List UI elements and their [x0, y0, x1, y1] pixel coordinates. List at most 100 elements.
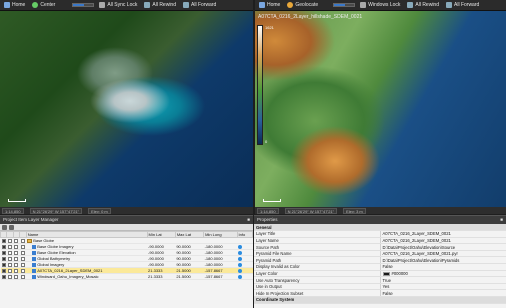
property-row[interactable]: Use in Output Yes	[254, 283, 506, 291]
property-row[interactable]: Pyramid File Name A07CTA_0216_2Layer_SDEM…	[254, 250, 506, 258]
output-checkbox[interactable]	[20, 268, 25, 273]
property-value[interactable]: False	[380, 289, 506, 298]
lock-checkbox[interactable]	[7, 274, 12, 279]
home-button[interactable]: Home	[257, 1, 282, 10]
property-group-general[interactable]: General	[254, 224, 506, 232]
select-checkbox[interactable]	[14, 268, 19, 273]
property-value[interactable]: True	[380, 276, 506, 284]
info-icon[interactable]	[238, 256, 243, 261]
property-row[interactable]: Layer Title A07CTA_0216_2Layer_SDEM_0021	[254, 230, 506, 238]
output-checkbox[interactable]	[20, 274, 25, 279]
home-button[interactable]: Home	[2, 1, 27, 10]
property-key: Use in Output	[254, 283, 381, 291]
lock-checkbox[interactable]	[7, 244, 12, 249]
property-value[interactable]: D:\Data\Project\Oahu\Elevation\Source	[380, 243, 506, 251]
forward-icon	[183, 2, 189, 8]
property-row[interactable]: Layer Color #000000	[254, 270, 506, 278]
info-icon[interactable]	[238, 244, 243, 249]
all-forward-button[interactable]: All Forward	[181, 1, 218, 10]
select-checkbox[interactable]	[14, 250, 19, 255]
panel-title-bar: Project Item Layer Manager ■	[0, 216, 253, 224]
add-folder-icon[interactable]	[2, 224, 7, 230]
layer-icon	[32, 244, 37, 249]
hillshade-map-view[interactable]: A07CTA_0216_2Layer_hillshade_SDEM_0021 1…	[255, 11, 506, 207]
lock-checkbox[interactable]	[7, 262, 12, 267]
select-checkbox[interactable]	[14, 256, 19, 261]
property-row[interactable]: Pyramid Path D:\Data\Project\Oahu\Elevati…	[254, 256, 506, 265]
property-row[interactable]: Source Path D:\Data\Project\Oahu\Elevatio…	[254, 243, 506, 251]
property-value[interactable]: A07CTA_0216_2Layer_SDEM_0021	[380, 230, 506, 238]
lock-checkbox[interactable]	[7, 256, 12, 261]
layer-icon	[32, 274, 37, 279]
pin-icon[interactable]: ■	[500, 216, 503, 224]
center-button[interactable]: Center	[30, 1, 57, 10]
windows-lock-button[interactable]: Windows Lock	[358, 1, 402, 10]
layer-icon	[32, 268, 37, 273]
output-checkbox[interactable]	[20, 250, 25, 255]
lock-checkbox[interactable]	[7, 238, 12, 243]
color-swatch[interactable]	[382, 271, 390, 276]
imagery-map-view[interactable]	[0, 11, 253, 207]
layer-manager-panel: Project Item Layer Manager ■ Name Min La…	[0, 215, 254, 308]
lock-checkbox[interactable]	[7, 250, 12, 255]
select-checkbox[interactable]	[14, 274, 19, 279]
output-checkbox[interactable]	[20, 262, 25, 267]
rewind-icon	[144, 2, 151, 8]
lock-checkbox[interactable]	[7, 268, 12, 273]
visibility-checkbox[interactable]	[1, 244, 6, 249]
all-rewind-button[interactable]: All Rewind	[405, 1, 441, 10]
layer-name[interactable]: Windward_Oahu_Imagery_Mosaic	[26, 273, 148, 280]
left-status-bar: 1:14,850 N 21°26'29" W 157°47'21" Elev: …	[0, 207, 253, 214]
output-checkbox[interactable]	[20, 238, 25, 243]
property-group-coordinates[interactable]: Coordinate System	[254, 296, 506, 304]
layer-max-lat: 21.5000	[175, 273, 204, 280]
info-icon[interactable]	[238, 262, 243, 267]
sync-lock-button[interactable]: All Sync Lock	[97, 1, 139, 10]
zoom-slider[interactable]	[72, 3, 95, 7]
geolocate-button[interactable]: Geolocate	[285, 1, 320, 10]
visibility-checkbox[interactable]	[1, 274, 6, 279]
property-value[interactable]: D:\Data\Project\Oahu\Elevation\Pyramids	[380, 256, 506, 265]
scale-bar	[263, 199, 281, 202]
layer-min-long: -157.8667	[203, 273, 238, 280]
select-checkbox[interactable]	[14, 244, 19, 249]
visibility-checkbox[interactable]	[1, 250, 6, 255]
output-checkbox[interactable]	[20, 244, 25, 249]
forward-icon	[446, 2, 452, 8]
folder-icon	[27, 238, 33, 243]
select-checkbox[interactable]	[14, 238, 19, 243]
property-value[interactable]: False	[380, 263, 506, 271]
properties-panel: Properties ■ General Layer Title A07CTA_0…	[254, 215, 506, 308]
info-icon[interactable]	[238, 274, 243, 279]
layer-row[interactable]: Windward_Oahu_Imagery_Mosaic 21.3333 21.50…	[0, 273, 253, 280]
visibility-checkbox[interactable]	[1, 256, 6, 261]
property-value[interactable]: A07CTA_0216_2Layer_SDEM_0021	[380, 237, 506, 245]
property-row[interactable]: Layer Name A07CTA_0216_2Layer_SDEM_0021	[254, 237, 506, 245]
delete-icon[interactable]	[9, 224, 14, 230]
scale-bar	[8, 199, 26, 202]
right-status-bar: 1:14,850 N 21°26'29" W 157°47'21" Elev: …	[255, 207, 506, 214]
property-value[interactable]: A07CTA_0216_2Layer_SDEM_0021.pyr	[380, 250, 506, 258]
property-value[interactable]: #000000	[380, 270, 506, 278]
zoom-slider[interactable]	[333, 3, 356, 7]
layer-icon	[32, 256, 37, 261]
all-forward-button[interactable]: All Forward	[444, 1, 481, 10]
visibility-checkbox[interactable]	[1, 238, 6, 243]
coordinate-readout: N 21°26'29" W 157°47'21"	[29, 207, 83, 214]
pin-icon[interactable]: ■	[247, 216, 250, 224]
layer-toolbar	[0, 224, 253, 231]
info-icon[interactable]	[238, 268, 243, 273]
visibility-checkbox[interactable]	[1, 262, 6, 267]
visibility-checkbox[interactable]	[1, 268, 6, 273]
output-checkbox[interactable]	[20, 256, 25, 261]
all-rewind-button[interactable]: All Rewind	[142, 1, 178, 10]
select-checkbox[interactable]	[14, 262, 19, 267]
property-row[interactable]: Use Auto Transparency True	[254, 276, 506, 284]
property-key: Layer Title	[254, 230, 381, 238]
property-row[interactable]: Display Invalid as Color False	[254, 263, 506, 271]
layer-min-lat: 21.3333	[147, 273, 176, 280]
elevation-readout: Elev: 3 m	[343, 207, 366, 214]
property-row[interactable]: Hide In Projection Subset False	[254, 289, 506, 298]
property-value[interactable]: Yes	[380, 283, 506, 291]
info-icon[interactable]	[238, 250, 243, 255]
